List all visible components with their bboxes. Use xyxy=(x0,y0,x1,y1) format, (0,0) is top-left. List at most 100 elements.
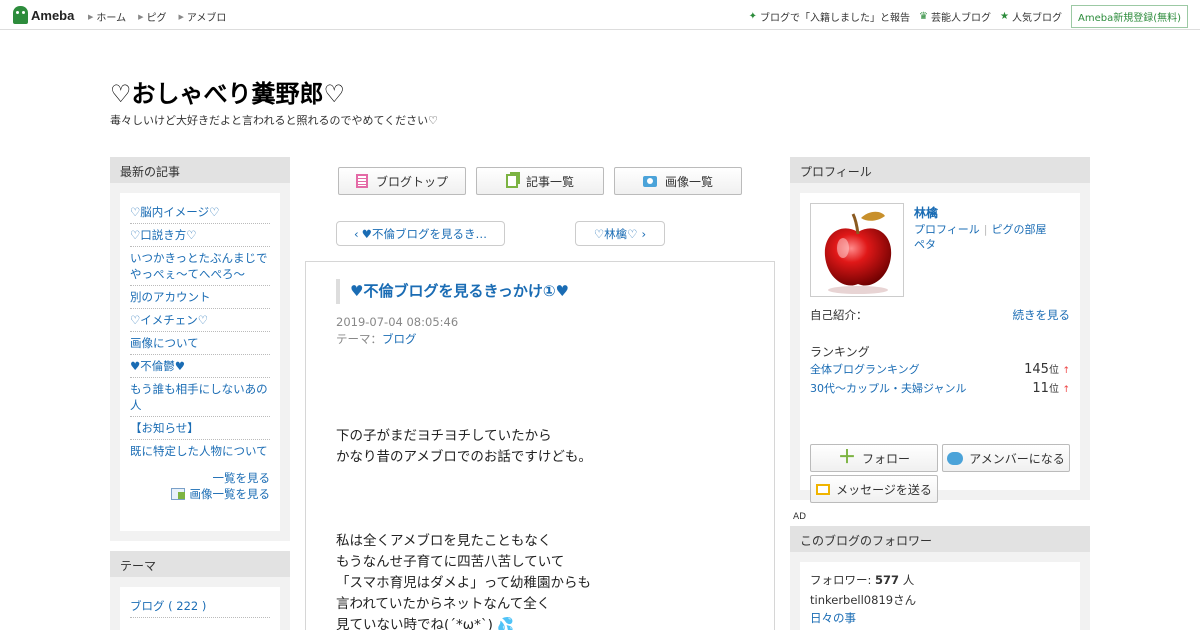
latest-article-item[interactable]: ♡脳内イメージ♡ xyxy=(130,201,270,224)
tab-blog-top[interactable]: ブログトップ xyxy=(338,167,466,195)
ranking-unit: 位 xyxy=(1048,384,1059,395)
latest-article-item[interactable]: 画像について xyxy=(130,332,270,355)
marriage-report-link[interactable]: ✦ ブログで「入籍しました」と報告 xyxy=(749,9,910,24)
theme-item[interactable]: ブログ ( 222 ) xyxy=(130,595,270,618)
signup-button[interactable]: Ameba新規登録(無料) xyxy=(1070,5,1188,28)
theme-panel: テーマ ブログ ( 222 ) xyxy=(110,551,290,630)
speech-bubble-icon xyxy=(947,451,964,465)
latest-article-item[interactable]: いつかきっとたぶんまじでやっぺぇ～てへぺろ～ xyxy=(130,247,270,286)
tab-image-list[interactable]: 画像一覧 xyxy=(614,167,742,195)
follower-blog-link[interactable]: 日々の事 xyxy=(810,610,1070,626)
profile-body: 林檎 プロフィール | ピグの部屋 ペタ 自己紹介： 続きを見る ランキング 全体ブ… xyxy=(800,193,1080,503)
star-icon: ★ xyxy=(1000,11,1009,22)
global-header: Ameba ▶ ホーム ▶ ピグ ▶ アメブロ ✦ ブログで「入籍しました」と報告 ♛ 芸… xyxy=(0,0,1200,30)
nav-home-label: ホーム xyxy=(96,13,127,24)
ranking-row: 全体ブログランキング 145位 ↑ xyxy=(810,361,1070,377)
avatar[interactable] xyxy=(810,203,904,297)
see-images-link[interactable]: 画像一覧を見る xyxy=(130,486,270,502)
article-title[interactable]: ♥不倫ブログを見るきっかけ①♥ xyxy=(336,279,569,304)
rank-up-arrow-icon: ↑ xyxy=(1062,366,1070,376)
tab-article-list[interactable]: 記事一覧 xyxy=(476,167,604,195)
next-article-button[interactable]: ♡林檎♡ › xyxy=(575,221,665,246)
message-button[interactable]: メッセージを送る xyxy=(810,475,938,503)
copy-icon xyxy=(505,174,518,188)
article-date: 2019-07-04 08:05:46 xyxy=(336,315,459,329)
nav-ameblo-label: アメブロ xyxy=(186,13,227,24)
celebrity-blog-link[interactable]: ♛ 芸能人ブログ xyxy=(919,9,991,24)
latest-articles-list: ♡脳内イメージ♡ ♡口説き方♡ いつかきっとたぶんまじでやっぺぇ～てへぺろ～ 別… xyxy=(120,193,280,531)
follower-user[interactable]: tinkerbell0819さん xyxy=(810,590,1070,610)
tab-image-list-label: 画像一覧 xyxy=(664,174,713,189)
apple-avatar-image xyxy=(824,211,892,294)
amember-button[interactable]: アメンバーになる xyxy=(942,444,1070,472)
article-line: 「スマホ育児はダメよ」って幼稚園からも xyxy=(336,575,592,591)
profile-link[interactable]: プロフィール xyxy=(914,223,980,236)
latest-article-item[interactable]: ♥不倫鬱♥ xyxy=(130,355,270,378)
article-line: 下の子がまだヨチヨチしていたから xyxy=(336,428,552,444)
article-line: もうなんせ子育てに四苦八苦していて xyxy=(336,554,565,570)
profile-panel: プロフィール 林檎 プロフィール | ピグの部屋 ペタ 自己紹介： 続きを見る … xyxy=(790,157,1090,503)
nav-home[interactable]: ▶ ホーム xyxy=(88,9,127,25)
nav-pigg[interactable]: ▶ ピグ xyxy=(138,9,167,25)
latest-article-item[interactable]: もう誰も相手にしないあの人 xyxy=(130,378,270,417)
ranking-label[interactable]: 全体ブログランキング xyxy=(810,361,920,377)
rank-up-arrow-icon: ↑ xyxy=(1062,385,1070,395)
article: ♥不倫ブログを見るきっかけ①♥ 2019-07-04 08:05:46 テーマ：… xyxy=(305,261,775,630)
marriage-report-label: ブログで「入籍しました」と報告 xyxy=(760,13,911,24)
follow-button[interactable]: ＋ フォロー xyxy=(810,444,938,472)
nav-pigg-label: ピグ xyxy=(146,13,167,24)
amember-label: アメンバーになる xyxy=(969,451,1065,466)
nav-ameblo[interactable]: ▶ アメブロ xyxy=(178,9,227,25)
latest-article-item[interactable]: 別のアカウント xyxy=(130,286,270,309)
ameba-logo[interactable]: Ameba xyxy=(13,5,74,25)
ranking-unit: 位 xyxy=(1048,365,1059,376)
blog-description: 毒々しいけど大好きだよと言われると照れるのでやめてください♡ xyxy=(110,114,438,127)
latest-articles-panel: 最新の記事 ♡脳内イメージ♡ ♡口説き方♡ いつかきっとたぶんまじでやっぺぇ～て… xyxy=(110,157,290,541)
profile-name[interactable]: 林檎 xyxy=(914,204,938,221)
camera-icon xyxy=(642,175,657,187)
pig-room-link[interactable]: ピグの部屋 xyxy=(992,223,1047,236)
see-list-link[interactable]: 一覧を見る xyxy=(130,470,271,486)
profile-links: プロフィール | ピグの部屋 ペタ xyxy=(914,223,1047,251)
caret-right-icon: ▶ xyxy=(138,12,144,21)
latest-article-item[interactable]: ♡口説き方♡ xyxy=(130,224,270,247)
latest-article-item[interactable]: 既に特定した人物について xyxy=(130,440,270,462)
article-theme-link[interactable]: ブログ xyxy=(382,332,417,346)
prev-article-button[interactable]: ‹ ♥不倫ブログを見るき… xyxy=(336,221,505,246)
mail-icon xyxy=(816,483,831,495)
peta-link[interactable]: ペタ xyxy=(914,238,936,251)
chevron-left-icon: ‹ xyxy=(354,226,359,241)
plus-icon: ＋ xyxy=(837,447,856,468)
logo-text: Ameba xyxy=(31,7,75,23)
global-nav: ▶ ホーム ▶ ピグ ▶ アメブロ xyxy=(88,9,238,25)
sparkle-icon: ✦ xyxy=(748,11,758,22)
ranking-label[interactable]: 30代〜カップル・夫婦ジャンル xyxy=(810,380,966,396)
latest-articles-heading: 最新の記事 xyxy=(110,157,290,183)
ranking-heading: ランキング xyxy=(810,345,870,359)
article-line-text: 見ていない時でね(´*ω*`) xyxy=(336,617,493,630)
article-body: 下の子がまだヨチヨチしていたから かなり昔のアメブロでのお話ですけども。 私は全… xyxy=(336,426,592,630)
tab-blog-top-label: ブログトップ xyxy=(375,174,448,189)
profile-heading: プロフィール xyxy=(790,157,1090,183)
caret-right-icon: ▶ xyxy=(178,12,184,21)
blog-tabs: ブログトップ 記事一覧 画像一覧 xyxy=(338,167,752,195)
intro-label: 自己紹介： xyxy=(810,308,868,322)
popular-blog-label: 人気ブログ xyxy=(1011,13,1062,24)
article-line: かなり昔のアメブロでのお話ですけども。 xyxy=(336,449,592,465)
document-icon xyxy=(355,174,368,188)
see-images-label: 画像一覧を見る xyxy=(189,487,271,501)
followers-number: 577 xyxy=(875,573,900,587)
article-theme-prefix: テーマ： xyxy=(336,332,382,346)
latest-article-item[interactable]: ♡イメチェン♡ xyxy=(130,309,270,332)
crown-icon: ♛ xyxy=(919,11,929,22)
blog-title[interactable]: ♡おしゃべり糞野郎♡ xyxy=(110,74,345,109)
followers-body: フォロワー: 577 人 tinkerbell0819さん 日々の事 xyxy=(800,562,1080,630)
article-theme: テーマ：ブログ xyxy=(336,331,417,347)
latest-article-item[interactable]: 【お知らせ】 xyxy=(130,417,270,440)
intro-more-link[interactable]: 続きを見る xyxy=(1013,307,1071,323)
ameba-logo-icon xyxy=(13,6,28,24)
sweat-drops-icon: 💦 xyxy=(497,617,514,630)
popular-blog-link[interactable]: ★ 人気ブログ xyxy=(1000,9,1062,24)
followers-unit: 人 xyxy=(902,573,915,587)
followers-prefix: フォロワー: xyxy=(810,573,872,587)
